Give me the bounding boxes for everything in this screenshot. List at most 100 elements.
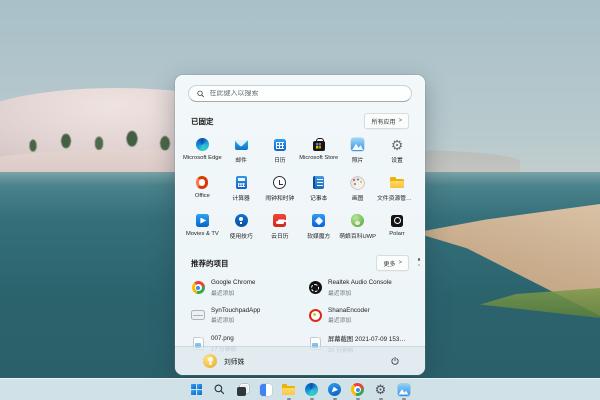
- widgets-button[interactable]: [259, 383, 273, 397]
- calendar-icon: [274, 139, 286, 151]
- photos-icon: [398, 384, 410, 396]
- recommended-item-syntouchpad[interactable]: SynTouchpadApp 最近添加: [185, 304, 298, 328]
- pinned-app-notepad[interactable]: 记事本: [299, 171, 338, 206]
- app-label: Polarr: [389, 231, 404, 237]
- pinned-app-edge[interactable]: Microsoft Edge: [183, 133, 222, 168]
- recommended-item-chrome[interactable]: Google Chrome 最近添加: [185, 276, 298, 300]
- power-icon: [390, 356, 400, 366]
- touchpad-icon: [191, 310, 205, 320]
- all-apps-button[interactable]: 所有应用 >: [364, 113, 409, 129]
- moegirl-icon: [351, 214, 364, 227]
- rec-title: Realtek Audio Console: [328, 279, 392, 286]
- search-icon: [197, 90, 205, 98]
- pinned-page-indicator[interactable]: [418, 258, 421, 266]
- user-avatar: [203, 354, 217, 368]
- recommended-grid: Google Chrome 最近添加 Realtek Audio Console…: [175, 271, 425, 357]
- more-button[interactable]: 更多 >: [376, 255, 409, 271]
- taskbar-file-explorer[interactable]: [282, 383, 296, 397]
- folder-icon: [282, 385, 295, 395]
- chevron-right-icon: >: [398, 118, 402, 124]
- app-label: 设置: [391, 155, 403, 164]
- taskbar-photos[interactable]: [397, 383, 411, 397]
- photos-icon: [351, 138, 364, 151]
- pinned-app-store[interactable]: Microsoft Store: [299, 133, 338, 168]
- pinned-app-clock[interactable]: 闹钟和时钟: [261, 171, 300, 206]
- rec-title: 屏幕截图 2021-07-09 153939.png: [328, 334, 409, 343]
- realtek-icon: [309, 281, 322, 294]
- app-label: 软媒魔方: [307, 231, 330, 240]
- taskbar-chrome[interactable]: [351, 383, 365, 397]
- search-input[interactable]: [210, 90, 403, 97]
- pinned-app-moegirl[interactable]: 萌娘百科UWP: [338, 209, 377, 244]
- search-icon: [214, 384, 225, 395]
- edge-icon: [305, 383, 318, 396]
- pinned-app-movies-tv[interactable]: Movies & TV: [183, 209, 222, 244]
- taskbar-settings[interactable]: ⚙: [374, 383, 388, 397]
- recommended-item-realtek[interactable]: Realtek Audio Console 最近添加: [302, 276, 415, 300]
- app-label: 文件资源管理器: [377, 193, 417, 202]
- app-label: 计算器: [232, 193, 249, 202]
- rec-title: ShanaEncoder: [328, 307, 370, 314]
- windows-logo-icon: [191, 384, 202, 395]
- recommended-header: 推荐的项目: [191, 258, 229, 269]
- tips-icon: [235, 214, 248, 227]
- edge-icon: [196, 138, 209, 151]
- pinned-app-settings[interactable]: ⚙ 设置: [377, 133, 417, 168]
- app-label: 使用技巧: [230, 231, 253, 240]
- chrome-icon: [351, 383, 364, 396]
- pinned-app-mofang[interactable]: 软媒魔方: [299, 209, 338, 244]
- pinned-app-file-explorer[interactable]: 文件资源管理器: [377, 171, 417, 206]
- rec-subtitle: 最近添加: [328, 315, 370, 324]
- app-label: 邮件: [235, 155, 247, 164]
- task-view-button[interactable]: [236, 383, 250, 397]
- pinned-app-cloud-calendar[interactable]: 云日历: [261, 209, 300, 244]
- app-label: 萌娘百科UWP: [339, 231, 376, 240]
- pinned-app-mail[interactable]: 邮件: [222, 133, 261, 168]
- app-label: 闹钟和时钟: [265, 193, 294, 202]
- user-name: 刘师姝: [224, 356, 244, 366]
- office-icon: [196, 176, 208, 189]
- rec-subtitle: 最近添加: [211, 288, 255, 297]
- chevron-right-icon: >: [398, 260, 402, 266]
- cloud-calendar-icon: [273, 214, 286, 227]
- app-label: Movies & TV: [186, 231, 219, 237]
- rec-title: SynTouchpadApp: [211, 307, 260, 314]
- recommended-item-shanaencoder[interactable]: ShanaEncoder 最近添加: [302, 304, 415, 328]
- pinned-app-calendar[interactable]: 日历: [261, 133, 300, 168]
- rec-title: 007.png: [211, 335, 236, 342]
- taskbar-edge[interactable]: [305, 383, 319, 397]
- pinned-app-polarr[interactable]: Polarr: [377, 209, 417, 244]
- start-menu: 已固定 所有应用 > Microsoft Edge 邮件 日历 Microsof…: [175, 75, 425, 375]
- notepad-icon: [313, 176, 324, 189]
- start-button[interactable]: [190, 383, 204, 397]
- store-icon: [313, 141, 325, 151]
- rec-subtitle: 最近添加: [211, 315, 260, 324]
- user-account-button[interactable]: 刘师姝: [197, 351, 250, 371]
- rec-title: Google Chrome: [211, 279, 255, 286]
- taskbar-search-button[interactable]: [213, 383, 227, 397]
- navigation-arrow-icon: [328, 383, 341, 396]
- app-label: Microsoft Store: [299, 155, 338, 161]
- taskbar-navigator-app[interactable]: [328, 383, 342, 397]
- more-label: 更多: [383, 259, 395, 268]
- pinned-app-calculator[interactable]: 计算器: [222, 171, 261, 206]
- start-search-box[interactable]: [188, 85, 412, 102]
- power-button[interactable]: [387, 353, 403, 369]
- app-label: 画图: [352, 193, 364, 202]
- pinned-app-tips[interactable]: 使用技巧: [222, 209, 261, 244]
- pinned-app-paint[interactable]: 画图: [338, 171, 377, 206]
- clock-icon: [273, 176, 286, 189]
- widgets-icon: [260, 384, 272, 396]
- pinned-app-photos[interactable]: 照片: [338, 133, 377, 168]
- pinned-app-office[interactable]: Office: [183, 171, 222, 206]
- pinned-header: 已固定: [191, 116, 214, 127]
- paint-icon: [351, 177, 364, 189]
- app-label: 照片: [352, 155, 364, 164]
- movies-tv-icon: [196, 214, 209, 227]
- shana-icon: [309, 309, 322, 322]
- mofang-icon: [312, 214, 325, 227]
- chrome-icon: [192, 281, 205, 294]
- polarr-icon: [391, 215, 403, 227]
- all-apps-label: 所有应用: [371, 117, 395, 126]
- app-label: 记事本: [310, 193, 327, 202]
